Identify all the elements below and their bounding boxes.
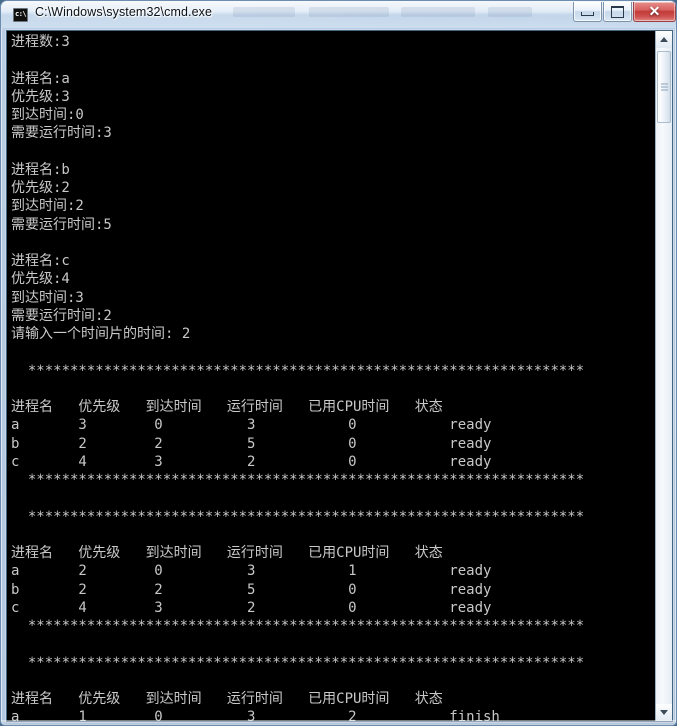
titlebar-ghost-streak	[401, 7, 475, 17]
maximize-button[interactable]	[603, 2, 632, 22]
cmd-icon[interactable]	[13, 8, 28, 22]
cmd-window: C:\Windows\system32\cmd.exe ✕ 进程数:3 进程名:…	[0, 0, 677, 726]
console-line: ****************************************…	[11, 508, 585, 525]
console-line: ****************************************…	[11, 472, 585, 488]
close-button[interactable]: ✕	[633, 2, 676, 22]
console-line: 优先级:4	[11, 271, 70, 288]
console-line: c 4 3 2 0 ready	[11, 453, 492, 470]
console-line: 到达时间:0	[11, 107, 84, 123]
console-line: 进程名:c	[11, 253, 70, 269]
console-line: 优先级:2	[11, 180, 70, 196]
console-line: 需要运行时间:3	[11, 125, 112, 142]
scrollbar-thumb[interactable]	[657, 51, 671, 123]
console-output[interactable]: 进程数:3 进程名:a 优先级:3 到达时间:0 需要运行时间:3 进程名:b 优先级:…	[7, 31, 655, 721]
titlebar-ghost-streak	[488, 7, 532, 17]
console-line: ****************************************…	[11, 618, 585, 634]
console-client-area: 进程数:3 进程名:a 优先级:3 到达时间:0 需要运行时间:3 进程名:b 优先级:…	[6, 30, 673, 722]
minimize-button[interactable]	[573, 2, 602, 22]
maximize-icon	[604, 2, 631, 21]
scrollbar-grip-icon	[661, 83, 668, 91]
console-line: ****************************************…	[11, 362, 585, 379]
console-line: a 3 0 3 0 ready	[11, 417, 492, 434]
scrollbar-track[interactable]	[656, 48, 672, 704]
console-line: 进程名:a	[11, 70, 70, 87]
console-line: a 2 0 3 1 ready	[11, 563, 492, 580]
console-line: 需要运行时间:5	[11, 216, 112, 233]
scroll-down-arrow-icon[interactable]	[656, 704, 672, 721]
console-line: 优先级:3	[11, 88, 70, 105]
console-line: 到达时间:3	[11, 289, 84, 306]
minimize-icon	[574, 2, 601, 21]
console-line: 需要运行时间:2	[11, 307, 112, 324]
titlebar-ghost-streak	[309, 7, 389, 17]
close-icon: ✕	[648, 3, 661, 19]
console-line: 进程名:b	[11, 161, 70, 178]
console-line: 请输入一个时间片的时间: 2	[11, 326, 191, 342]
console-line: 进程名 优先级 到达时间 运行时间 已用CPU时间 状态	[11, 399, 443, 415]
console-line: ****************************************…	[11, 654, 585, 671]
console-line: 进程名 优先级 到达时间 运行时间 已用CPU时间 状态	[11, 545, 443, 561]
window-title: C:\Windows\system32\cmd.exe	[35, 5, 213, 19]
console-line: 进程名 优先级 到达时间 运行时间 已用CPU时间 状态	[11, 691, 443, 707]
console-line: 到达时间:2	[11, 198, 84, 215]
console-line: 进程数:3	[11, 34, 70, 50]
titlebar-ghost-streak	[233, 7, 295, 17]
window-bottom-edge	[1, 720, 676, 725]
vertical-scrollbar[interactable]	[655, 31, 672, 721]
console-line: b 2 2 5 0 ready	[11, 435, 492, 452]
console-line: c 4 3 2 0 ready	[11, 599, 492, 616]
title-bar[interactable]: C:\Windows\system32\cmd.exe ✕	[1, 1, 676, 28]
console-line: b 2 2 5 0 ready	[11, 581, 492, 598]
scroll-up-arrow-icon[interactable]	[656, 31, 672, 48]
